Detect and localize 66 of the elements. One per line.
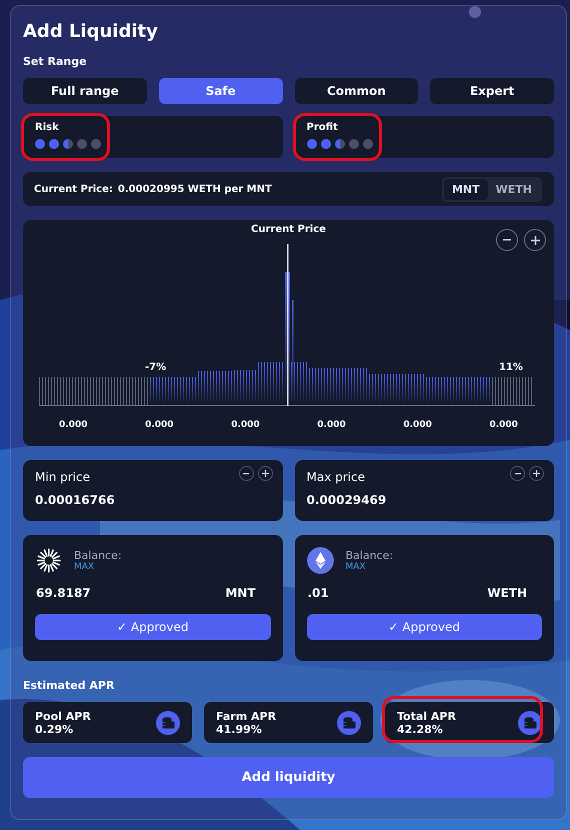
apr-value: 42.28% (397, 722, 444, 736)
axis-tick-label: 0.000 (145, 420, 174, 430)
token-symbol: WETH (487, 586, 527, 600)
plus-icon (533, 470, 540, 477)
plus-icon (262, 470, 268, 477)
section-label: Estimated APR (23, 679, 116, 692)
axis-tick-label: 0.000 (231, 420, 260, 430)
axis-tick-label: 0.000 (489, 420, 518, 430)
rating-dot (91, 139, 101, 149)
section-label: Set Range (23, 55, 88, 68)
zoom-out-button[interactable] (496, 229, 518, 251)
apr-label: Total APR (397, 710, 456, 722)
rating-dot (306, 139, 316, 149)
minus-icon (503, 239, 511, 241)
meter-label: Risk (35, 122, 60, 133)
unit-tab[interactable]: WETH (488, 178, 540, 200)
plus-icon (530, 236, 540, 244)
zoom-in-button[interactable] (524, 229, 546, 251)
rating-dot (77, 139, 87, 149)
range-percent: 11% (499, 362, 523, 373)
axis-tick-label: 0.000 (59, 420, 88, 430)
token-symbol: MNT (225, 586, 256, 600)
increase-button[interactable] (529, 466, 544, 481)
price-label: Current Price: (34, 184, 113, 194)
apr-value: 41.99% (216, 722, 263, 736)
rating-dot (348, 139, 358, 149)
spoked-circle-icon (35, 547, 62, 574)
rating-dot (63, 139, 73, 149)
bound-value: 0.00029469 (306, 493, 388, 507)
approved-button[interactable]: ✓ Approved (35, 614, 270, 640)
apr-label: Farm APR (216, 710, 276, 722)
increase-button[interactable] (258, 466, 272, 481)
balance-label: Balance: (346, 549, 394, 562)
axis-tick-label: 0.000 (403, 420, 432, 430)
amount-input[interactable]: 69.8187 (36, 586, 91, 600)
rating-dot (334, 139, 344, 149)
minus-icon (514, 472, 520, 474)
decrease-button[interactable] (238, 466, 254, 481)
approved-button[interactable]: ✓ Approved (306, 614, 542, 640)
amount-input[interactable]: .01 (308, 586, 329, 600)
apr-value: 0.29% (35, 722, 74, 736)
rating-dot (362, 139, 372, 149)
rating-dot (320, 139, 330, 149)
rating-dot (35, 139, 45, 149)
range-tab[interactable]: Full range (23, 78, 147, 104)
max-link[interactable]: MAX (346, 562, 394, 572)
max-link[interactable]: MAX (74, 562, 122, 572)
range-tab[interactable]: Expert (430, 78, 554, 104)
meter-label: Profit (306, 122, 339, 133)
balance-label: Balance: (74, 549, 122, 562)
add-liquidity-button[interactable]: Add liquidity (23, 757, 554, 798)
minus-icon (243, 472, 249, 474)
chart-title: Current Price (251, 224, 326, 235)
bound-label: Min price (35, 470, 90, 484)
decrease-button[interactable] (510, 466, 525, 481)
unit-tab[interactable]: MNT (444, 178, 488, 200)
price-value: 0.00020995 WETH per MNT (118, 184, 273, 194)
bound-value: 0.00016766 (35, 493, 116, 507)
page-title: Add Liquidity (23, 21, 159, 44)
bound-label: Max price (306, 470, 365, 484)
range-tab[interactable]: Safe (158, 78, 282, 104)
axis-tick-label: 0.000 (317, 420, 346, 430)
range-tab[interactable]: Common (294, 78, 418, 104)
apr-label: Pool APR (35, 710, 91, 722)
rating-dot (49, 139, 59, 149)
range-percent: -7% (145, 362, 166, 373)
